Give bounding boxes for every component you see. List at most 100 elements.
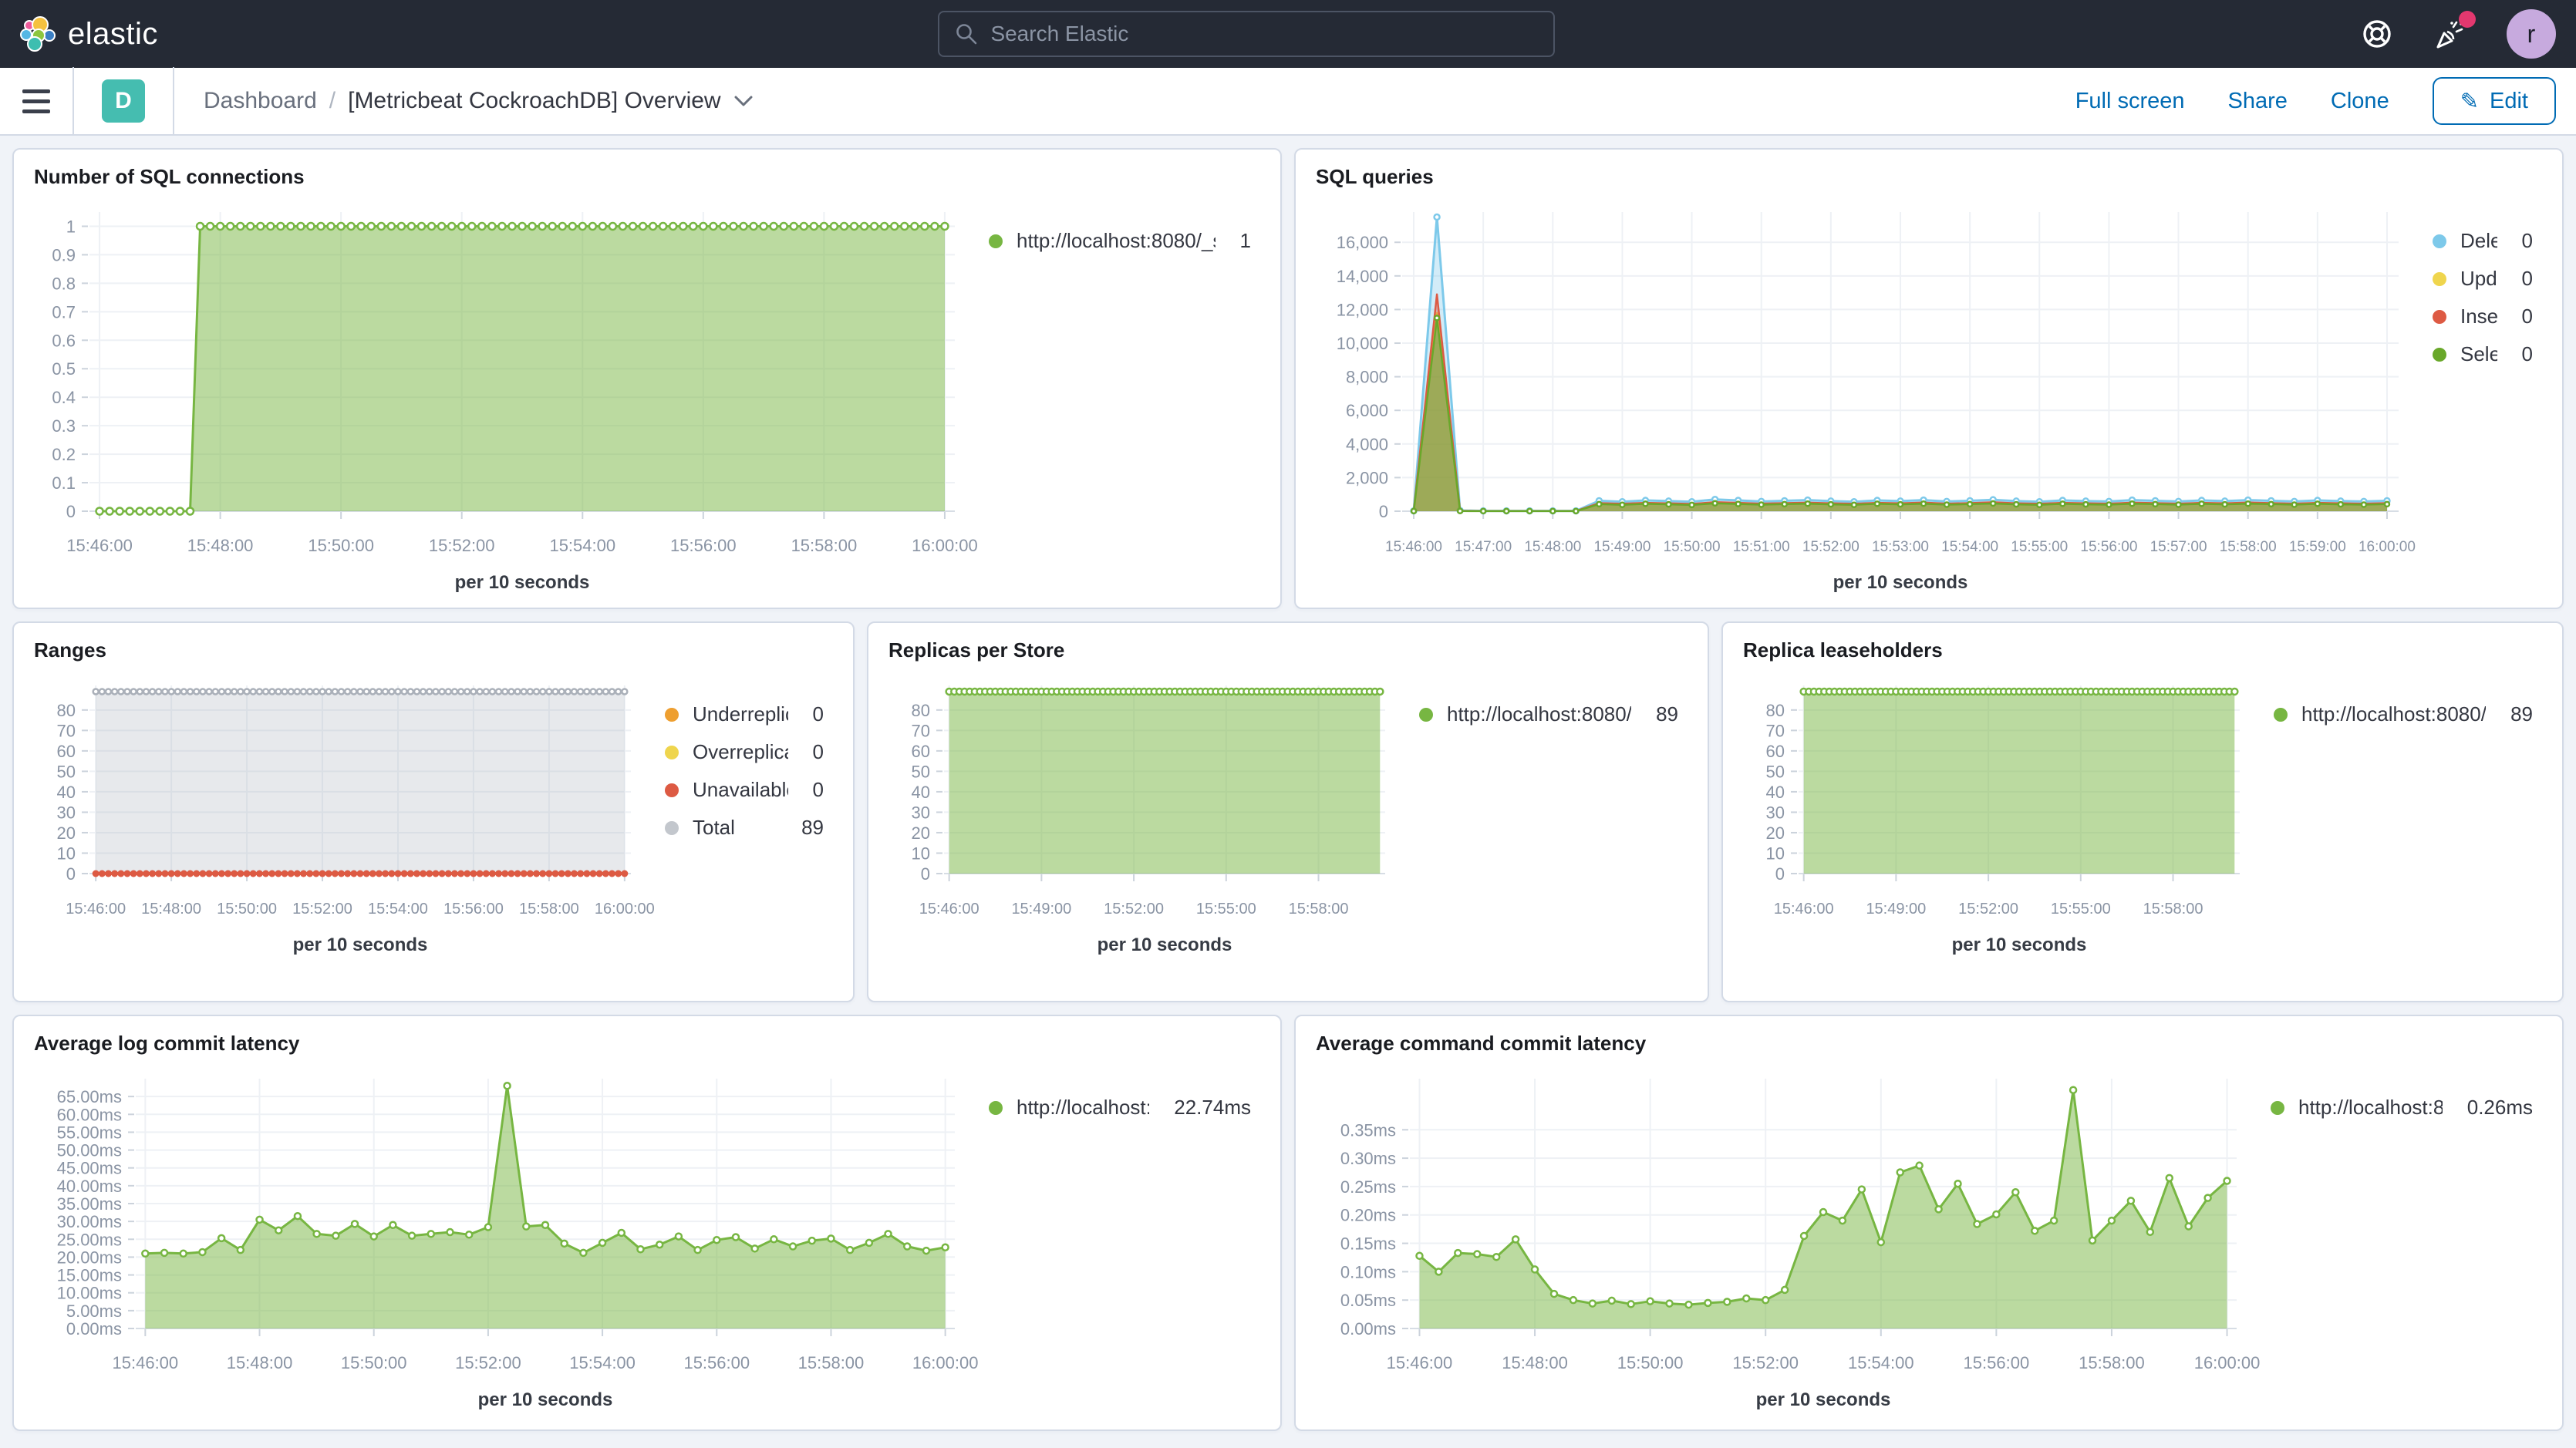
svg-text:15:58:00: 15:58:00 [2143,901,2203,918]
panel-title-sql-connections: Number of SQL connections [14,150,1280,192]
legend-series-value: 0 [802,702,824,726]
legend-avg-command-commit-latency: http://localhost:8080...0.26ms [2251,1059,2556,1421]
legend-replicas-per-store: http://localhost:8080/_sta...89 [1399,665,1701,966]
legend-item[interactable]: Underreplicated0 [665,702,824,726]
user-avatar[interactable]: r [2507,9,2556,59]
legend-series-dot [2433,310,2446,324]
breadcrumb: Dashboard / [Metricbeat CockroachDB] Ove… [204,88,754,114]
legend-item[interactable]: http://localhost:8080/_stat...1 [989,229,1251,253]
legend-ranges: Underreplicated0 Overreplicated 0 Unavailab… [645,665,847,966]
svg-text:0: 0 [921,864,930,884]
svg-text:15:52:00: 15:52:00 [1104,901,1164,918]
legend-series-label: Deletes [2460,229,2497,253]
svg-text:0.20ms: 0.20ms [1340,1206,1396,1225]
clone-button[interactable]: Clone [2331,89,2389,114]
pencil-icon: ✎ [2460,88,2479,115]
legend-series-dot [989,1101,1003,1115]
svg-text:55.00ms: 55.00ms [57,1123,122,1142]
global-search-input[interactable]: Search Elastic [938,11,1555,57]
svg-text:15:52:00: 15:52:00 [292,901,352,918]
svg-text:15:49:00: 15:49:00 [1011,901,1071,918]
legend-series-value: 0 [802,740,824,764]
chart-avg-command-commit-latency[interactable]: 15:46:0015:48:0015:50:0015:52:0015:54:00… [1302,1059,2251,1421]
legend-item[interactable]: http://localhost:8080/_sta...89 [2274,702,2533,726]
panel-replicas-per-store: Replicas per Store15:46:0015:49:0015:52:… [867,621,1709,1002]
elastic-logo[interactable]: elastic [20,16,158,52]
svg-text:2,000: 2,000 [1346,468,1388,487]
top-navbar: elastic Search Elastic [0,0,2576,68]
svg-text:0.5: 0.5 [52,359,76,379]
svg-text:15:59:00: 15:59:00 [2289,539,2346,555]
page-title: [Metricbeat CockroachDB] Overview [348,88,721,114]
legend-item[interactable]: Deletes0 [2433,229,2533,253]
svg-text:15:49:00: 15:49:00 [1866,901,1926,918]
svg-text:15:54:00: 15:54:00 [549,536,615,555]
chevron-down-icon[interactable] [733,95,754,107]
panel-title-avg-log-commit-latency: Average log commit latency [14,1016,1280,1059]
chart-avg-log-commit-latency[interactable]: 15:46:0015:48:0015:50:0015:52:0015:54:00… [20,1059,969,1421]
divider [173,67,174,135]
chart-replica-leaseholders[interactable]: 15:46:0015:49:0015:52:0015:55:0015:58:00… [1729,665,2254,966]
svg-text:15:48:00: 15:48:00 [1524,539,1581,555]
svg-text:15:53:00: 15:53:00 [1872,539,1929,555]
edit-button[interactable]: ✎ Edit [2433,77,2556,125]
svg-text:0.9: 0.9 [52,245,76,264]
legend-avg-log-commit-latency: http://localhost:808...22.74ms [969,1059,1274,1421]
svg-text:20: 20 [912,823,930,843]
svg-text:15:46:00: 15:46:00 [1387,1353,1453,1372]
svg-text:15:52:00: 15:52:00 [1732,1353,1799,1372]
svg-text:80: 80 [57,701,76,720]
svg-text:15:58:00: 15:58:00 [2220,539,2277,555]
svg-text:15:58:00: 15:58:00 [791,536,858,555]
svg-text:15:55:00: 15:55:00 [2011,539,2068,555]
svg-text:15:58:00: 15:58:00 [798,1353,865,1372]
legend-item[interactable]: Unavailable0 [665,778,824,802]
legend-series-value: 0 [2511,305,2533,328]
svg-text:15:51:00: 15:51:00 [1733,539,1790,555]
chart-sql-connections[interactable]: 15:46:0015:48:0015:50:0015:52:0015:54:00… [20,192,969,604]
legend-item[interactable]: http://localhost:8080...0.26ms [2271,1096,2533,1120]
svg-text:15:46:00: 15:46:00 [919,901,979,918]
elastic-logo-icon [20,16,56,52]
svg-text:70: 70 [1766,721,1785,740]
svg-text:20.00ms: 20.00ms [57,1248,122,1267]
panel-ranges: Ranges15:46:0015:48:0015:50:0015:52:0015… [12,621,855,1002]
legend-item[interactable]: Total89 [665,816,824,840]
svg-text:10: 10 [57,844,76,863]
nav-menu-button[interactable] [0,67,72,135]
legend-item[interactable]: Updates0 [2433,267,2533,291]
legend-series-label: Total [693,816,735,840]
share-button[interactable]: Share [2228,89,2288,114]
svg-text:0.8: 0.8 [52,274,76,293]
legend-series-label: Overreplicated [693,740,788,764]
legend-series-label: http://localhost:8080/_stat... [1017,229,1216,253]
whats-new-button[interactable] [2433,15,2470,52]
svg-text:15:56:00: 15:56:00 [443,901,504,918]
svg-text:15:48:00: 15:48:00 [227,1353,293,1372]
svg-text:15:52:00: 15:52:00 [455,1353,521,1372]
edit-button-label: Edit [2490,89,2528,114]
svg-text:15:54:00: 15:54:00 [368,901,428,918]
chart-replicas-per-store[interactable]: 15:46:0015:49:0015:52:0015:55:0015:58:00… [875,665,1399,966]
legend-series-label: Selects [2460,342,2497,366]
svg-text:per 10 seconds: per 10 seconds [1833,572,1968,593]
dashboard-app-badge[interactable]: D [102,79,145,123]
legend-item[interactable]: Inserts0 [2433,305,2533,328]
full-screen-button[interactable]: Full screen [2075,89,2185,114]
help-button[interactable] [2359,15,2396,52]
breadcrumb-dashboard-link[interactable]: Dashboard [204,88,317,114]
svg-text:10.00ms: 10.00ms [57,1284,122,1303]
chart-sql-queries[interactable]: 15:46:0015:47:0015:48:0015:49:0015:50:00… [1302,192,2412,604]
svg-text:60.00ms: 60.00ms [57,1105,122,1124]
legend-series-dot [665,783,679,797]
panel-replica-leaseholders: Replica leaseholders15:46:0015:49:0015:5… [1721,621,2564,1002]
legend-item[interactable]: Selects0 [2433,342,2533,366]
svg-text:65.00ms: 65.00ms [57,1087,122,1106]
chart-ranges[interactable]: 15:46:0015:48:0015:50:0015:52:0015:54:00… [20,665,645,966]
legend-item[interactable]: http://localhost:8080/_sta...89 [1419,702,1678,726]
svg-text:30: 30 [57,803,76,822]
legend-item[interactable]: http://localhost:808...22.74ms [989,1096,1251,1120]
legend-item[interactable]: Overreplicated 0 [665,740,824,764]
svg-text:15:56:00: 15:56:00 [1964,1353,2030,1372]
dashboard-toolbar: D Dashboard / [Metricbeat CockroachDB] O… [0,68,2576,136]
